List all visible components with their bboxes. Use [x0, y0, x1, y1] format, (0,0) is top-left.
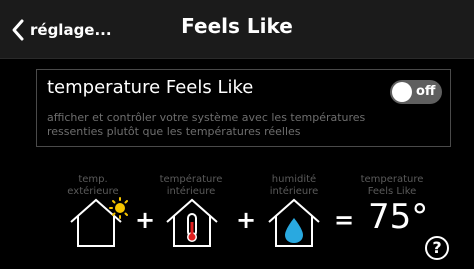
setting-title: temperature Feels Like — [47, 77, 254, 98]
house-sun-icon — [70, 197, 128, 247]
water-drop-icon — [285, 218, 303, 243]
equals-sign: = — [334, 206, 355, 234]
feels-like-toggle[interactable]: off — [390, 80, 442, 104]
feels-like-screen: réglage... Feels Like temperature Feels … — [0, 0, 474, 269]
feels-like-setting-panel: temperature Feels Like afficher et contr… — [36, 69, 451, 147]
help-button[interactable]: ? — [425, 236, 449, 260]
toggle-knob — [392, 82, 412, 102]
setting-description: afficher et contrôler votre système avec… — [47, 111, 366, 138]
house-water-drop-icon — [268, 198, 320, 247]
header-divider — [0, 58, 474, 59]
header-bar: réglage... Feels Like — [0, 0, 474, 58]
house-thermometer-icon — [166, 198, 218, 247]
feels-like-temp-label: temperature Feels Like — [360, 174, 424, 197]
indoor-temp-label: température intérieure — [159, 174, 223, 197]
page-title: Feels Like — [181, 14, 293, 38]
toggle-state-label: off — [416, 84, 436, 99]
sun-icon — [109, 197, 128, 219]
plus-sign-1: + — [135, 206, 156, 234]
outdoor-temp-label: temp. extérieure — [67, 174, 119, 197]
feels-like-temperature-value: 75° — [368, 197, 429, 237]
question-mark-icon: ? — [432, 238, 442, 257]
indoor-humidity-label: humidité intérieure — [269, 174, 319, 197]
thermometer-icon — [187, 213, 197, 242]
plus-sign-2: + — [236, 206, 257, 234]
